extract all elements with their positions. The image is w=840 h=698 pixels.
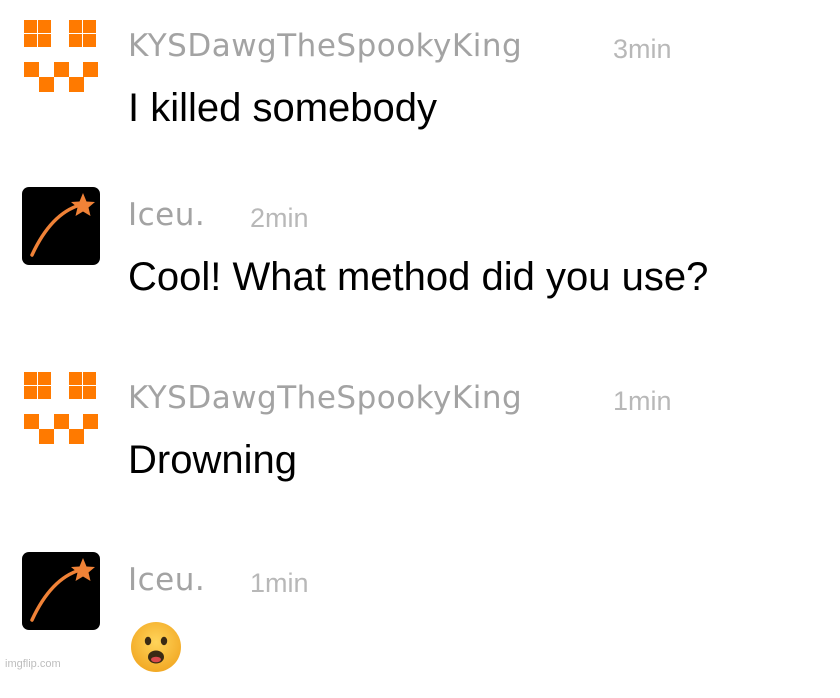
message-text: I killed somebody [128, 86, 438, 130]
username[interactable]: KYSDawgTheSpookyKing [128, 380, 522, 416]
timestamp: 3min [613, 34, 672, 64]
shooting-star-avatar-icon[interactable] [22, 552, 100, 630]
orange-checker-avatar-icon[interactable] [22, 18, 100, 96]
chat-message: KYSDawgTheSpookyKing 1min Drowning [0, 366, 840, 516]
shooting-star-avatar-icon[interactable] [22, 187, 100, 265]
username[interactable]: Iceu. [128, 197, 205, 233]
chat-message: Iceu. 2min Cool! What method did you use… [0, 183, 840, 333]
username[interactable]: KYSDawgTheSpookyKing [128, 28, 522, 64]
frowning-face-open-mouth-emoji-icon [129, 620, 183, 674]
watermark: imgflip.com [5, 658, 61, 670]
message-text: Drowning [128, 438, 297, 482]
orange-checker-avatar-icon[interactable] [22, 370, 100, 448]
chat-message: KYSDawgTheSpookyKing 3min I killed someb… [0, 14, 840, 164]
timestamp: 2min [250, 203, 309, 233]
timestamp: 1min [250, 568, 309, 598]
chat-message: Iceu. 1min [0, 548, 840, 698]
message-text: Cool! What method did you use? [128, 255, 709, 299]
username[interactable]: Iceu. [128, 562, 205, 598]
timestamp: 1min [613, 386, 672, 416]
